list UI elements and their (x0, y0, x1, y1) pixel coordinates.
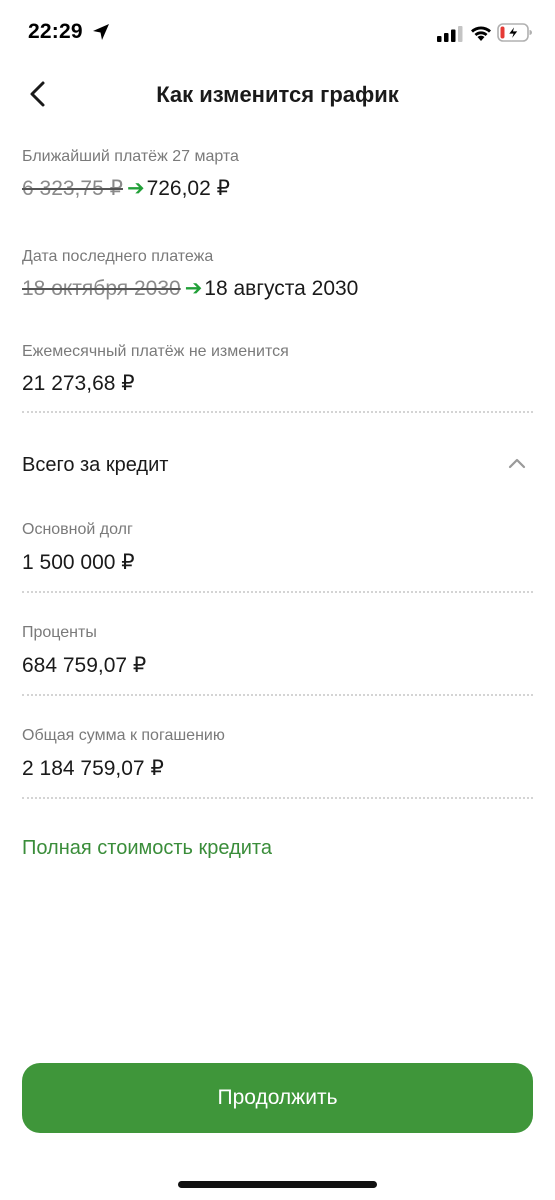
status-bar: 22:29 (0, 0, 555, 66)
next-payment-label: Ближайший платёж 27 марта (22, 148, 239, 165)
next-payment-value: 6 323,75 ₽ ➔726,02 ₽ (22, 176, 230, 201)
last-payment-value: 18 октября 2030 ➔18 августа 2030 (22, 276, 358, 301)
page-title: Как изменится график (156, 82, 399, 107)
nav-bar: Как изменится график (0, 66, 555, 122)
last-payment-old-value: 18 октября 2030 (22, 277, 181, 300)
signal-icon (437, 26, 463, 42)
monthly-payment-value: 21 273,68 ₽ (22, 372, 135, 395)
last-payment-new-value: 18 августа 2030 (204, 277, 359, 300)
divider (22, 591, 533, 593)
chevron-up-icon[interactable] (506, 455, 528, 471)
next-payment-old-value: 6 323,75 ₽ (22, 177, 123, 200)
location-arrow-icon (93, 24, 109, 40)
status-time: 22:29 (28, 20, 83, 43)
last-payment-label: Дата последнего платежа (22, 248, 214, 265)
divider (22, 797, 533, 799)
monthly-payment-label: Ежемесячный платёж не изменится (22, 343, 289, 360)
next-payment-new-value: 726,02 ₽ (146, 177, 230, 200)
wifi-icon (471, 26, 491, 41)
arrow-right-icon: ➔ (184, 277, 203, 300)
divider (22, 694, 533, 696)
interest-value: 684 759,07 ₽ (22, 654, 147, 677)
principal-label: Основной долг (22, 521, 133, 538)
interest-label: Проценты (22, 624, 97, 641)
total-section-title[interactable]: Всего за кредит (22, 454, 168, 477)
divider (22, 411, 533, 413)
arrow-right-icon: ➔ (126, 177, 145, 200)
total-amount-value: 2 184 759,07 ₽ (22, 757, 164, 780)
battery-charging-icon (497, 23, 532, 42)
full-cost-link[interactable]: Полная стоимость кредита (22, 837, 272, 860)
total-amount-label: Общая сумма к погашению (22, 727, 225, 744)
home-indicator[interactable] (178, 1181, 377, 1188)
principal-value: 1 500 000 ₽ (22, 551, 135, 574)
continue-button[interactable]: Продолжить (22, 1063, 533, 1133)
